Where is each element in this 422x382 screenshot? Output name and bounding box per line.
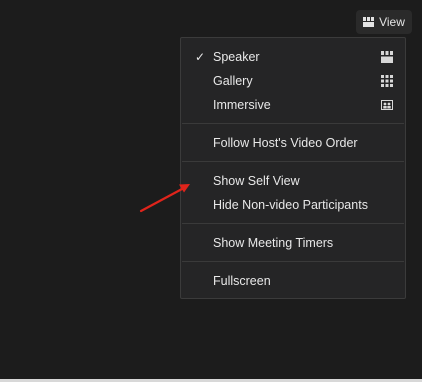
menu-item-fullscreen[interactable]: Fullscreen <box>181 270 405 292</box>
gallery-view-icon <box>381 75 393 87</box>
menu-divider <box>182 223 404 224</box>
menu-item-follow-host-video-order[interactable]: Follow Host's Video Order <box>181 132 405 154</box>
view-button-label: View <box>379 15 405 29</box>
menu-item-label: Speaker <box>213 50 260 64</box>
menu-item-show-self-view[interactable]: Show Self View <box>181 170 405 192</box>
menu-item-speaker[interactable]: ✓ Speaker <box>181 46 405 68</box>
menu-item-immersive[interactable]: Immersive <box>181 94 405 116</box>
view-dropdown-menu: ✓ Speaker Gallery Immersive Follow Host'… <box>180 37 406 299</box>
menu-item-label: Follow Host's Video Order <box>213 136 358 150</box>
menu-item-label: Fullscreen <box>213 274 271 288</box>
immersive-view-icon <box>381 99 393 111</box>
view-button[interactable]: View <box>356 10 412 34</box>
checkmark-icon: ✓ <box>195 50 206 64</box>
menu-divider <box>182 261 404 262</box>
speaker-view-icon <box>381 51 393 63</box>
menu-item-show-meeting-timers[interactable]: Show Meeting Timers <box>181 232 405 254</box>
menu-item-label: Show Meeting Timers <box>213 236 334 250</box>
menu-item-label: Show Self View <box>213 174 300 188</box>
grid-icon <box>363 17 375 27</box>
menu-item-gallery[interactable]: Gallery <box>181 70 405 92</box>
menu-item-label: Immersive <box>213 98 271 112</box>
menu-divider <box>182 161 404 162</box>
menu-item-label: Hide Non-video Participants <box>213 198 368 212</box>
menu-item-hide-non-video-participants[interactable]: Hide Non-video Participants <box>181 194 405 216</box>
menu-item-label: Gallery <box>213 74 253 88</box>
menu-divider <box>182 123 404 124</box>
annotation-arrow-icon <box>139 184 190 213</box>
